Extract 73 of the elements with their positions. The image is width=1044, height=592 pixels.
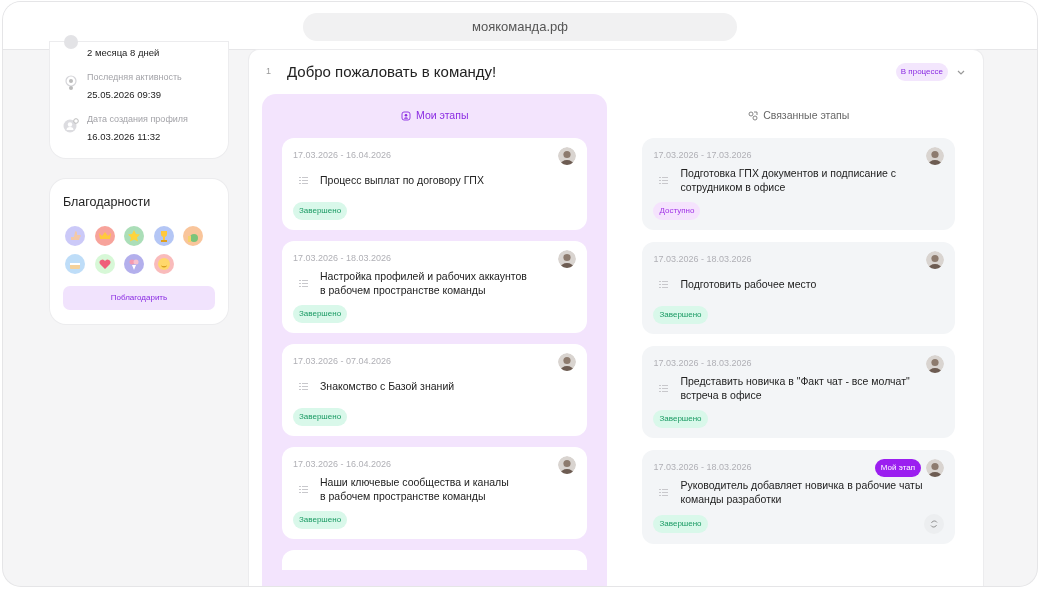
avatar-icon [926,147,944,165]
list-icon [299,175,308,185]
list-icon [659,279,669,289]
card-title: Благодарности [63,193,152,211]
cake-icon[interactable] [65,253,85,274]
stage-dates: 17.03.2026 - 18.03.2026 [653,461,753,475]
stage-dates: 17.03.2026 - 18.03.2026 [653,253,753,267]
section-number: 1 [266,65,272,79]
list-icon [299,278,308,288]
info-value: 25.05.2026 09:39 [87,87,162,102]
stage-title: Знакомство с Базой знаний [320,379,455,393]
avatar-icon [558,147,577,165]
status-badge: Доступно [653,202,701,220]
avatar-icon [926,251,944,269]
stage-dates: 17.03.2026 - 16.04.2026 [293,458,393,472]
stage-title: Руководитель добавляет новичка в рабочие чаты команды разработки [680,478,923,506]
status-badge: Завершено [293,305,348,323]
stage-card[interactable]: 17.03.2026 - 16.04.2026 Процесс выплат по договору ГПХ Завершено [282,138,588,230]
refresh-button[interactable] [924,514,944,534]
stage-card[interactable]: 17.03.2026 - 16.04.2026 Наши ключевые сообщества и каналы в рабочем пространстве команды Завершено [282,447,588,539]
status-badge: В процессе [895,63,948,81]
status-badge: Завершено [293,511,348,529]
list-icon [659,175,669,185]
trophy-icon[interactable] [153,225,174,246]
status-badge: Завершено [293,408,348,426]
stage-card[interactable]: 17.03.2026 - 18.03.2026 Мой этап Руководитель добавляет новичка в рабочие чаты команды разработки Завершено [642,450,955,544]
stage-card[interactable]: 17.03.2026 - 07.04.2026 Знакомство с Базой знаний Завершено [282,344,588,436]
stage-dates: 17.03.2026 - 18.03.2026 [653,357,753,371]
thank-button[interactable]: Поблагодарить [63,285,215,310]
avatar-icon [558,456,577,474]
user-icon [63,117,79,133]
bouquet-icon[interactable] [124,253,145,274]
address-bar[interactable]: моякоманда.рф [303,12,737,41]
status-badge: Завершено [653,515,708,533]
info-label: Последняя активность [87,71,182,85]
avatar-icon [558,250,577,268]
person-icon [401,111,412,121]
stage-title: Подготовить рабочее место [680,277,817,291]
link-icon [748,111,759,121]
stage-card[interactable]: 17.03.2026 - 18.03.2026 Представить новичка в "Факт чат - все молчат" встреча в офисе Завершено [642,346,955,438]
stage-title: Настройка профилей и рабочих аккаунтов в рабочем пространстве команды [320,269,527,297]
stage-title: Наши ключевые сообщества и каналы в рабочем пространстве команды [320,475,509,503]
list-icon [299,484,308,494]
list-icon [659,383,669,393]
tab[interactable]: Мои этапы [401,94,469,138]
stage-dates: 17.03.2026 - 07.04.2026 [293,355,393,369]
smiley-icon[interactable] [153,253,174,274]
stage-title: Подготовка ГПХ документов и подписание с сотрудником в офисе [680,166,897,194]
tab[interactable]: Связанные этапы [748,94,850,138]
status-badge: Завершено [653,410,708,428]
stage-dates: 17.03.2026 - 16.04.2026 [293,149,393,163]
my-stage-badge: Мой этап [874,459,921,477]
avatar-icon [926,459,944,477]
info-value: 16.03.2026 11:32 [87,129,162,144]
crown-icon[interactable] [94,225,115,246]
stage-title: Представить новичка в "Факт чат - все молчат" встреча в офисе [680,374,910,402]
thumbs-up-icon[interactable] [65,225,85,246]
status-badge: Завершено [653,306,708,324]
stage-card[interactable]: 17.03.2026 - 17.03.2026 Подготовка ГПХ документов и подписание с сотрудником в офисе Доступно [642,138,955,230]
refresh-icon [929,519,939,529]
stage-card[interactable]: 17.03.2026 - 18.03.2026 Подготовить рабочее место Завершено [642,242,955,334]
status-badge: Завершено [293,202,348,220]
info-label: Дата создания профиля [87,113,188,126]
stage-card[interactable]: 17.03.2026 - 18.03.2026 Настройка профилей и рабочих аккаунтов в рабочем пространстве команды Завершено [282,241,588,333]
section-title: Добро пожаловать в команду! [287,61,497,82]
info-value: 2 месяца 8 дней [87,46,160,60]
avatar-icon [926,355,944,373]
stage-dates: 17.03.2026 - 17.03.2026 [653,149,753,163]
stage-title: Процесс выплат по договору ГПХ [320,173,484,187]
list-icon [299,381,308,391]
list-icon [659,487,669,497]
stage-dates: 17.03.2026 - 18.03.2026 [293,252,393,266]
avatar-icon [558,353,577,371]
